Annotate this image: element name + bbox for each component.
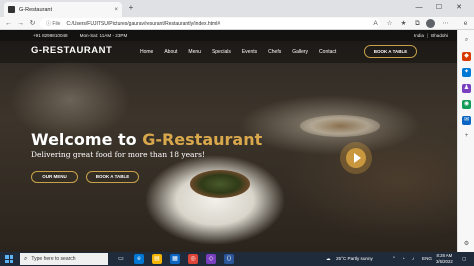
nav-chefs[interactable]: Chefs: [268, 49, 281, 55]
background-dish: [190, 170, 250, 198]
more-menu-icon[interactable]: ⋯: [440, 18, 451, 29]
search-icon: ⌕: [24, 255, 28, 262]
location-city: Bhadohi: [431, 33, 448, 38]
top-info-bar: +91 8299810048 Mon-Sat: 11AM - 23PM Indi…: [0, 30, 457, 41]
nav-specials[interactable]: Specials: [212, 49, 231, 55]
nav-home[interactable]: Home: [140, 49, 153, 55]
volume-icon[interactable]: ♪: [412, 252, 414, 266]
chrome-icon[interactable]: ◎: [188, 254, 198, 264]
sidebar-tools-icon[interactable]: ✦: [462, 68, 471, 77]
sidebar-shopping-icon[interactable]: ◆: [462, 52, 471, 61]
play-video-button[interactable]: [340, 142, 372, 174]
tab-g-restaurant[interactable]: G-Restaurant ×: [4, 2, 122, 17]
nav-contact[interactable]: Contact: [319, 49, 336, 55]
address-toolbar: ← → ↻ ⓘ File C:/Users/FUJITSU/Pictures/g…: [0, 17, 474, 30]
url-text: C:/Users/FUJITSU/Pictures/gaurav/resuran…: [66, 20, 221, 27]
edge-sidebar: ⌕ ◆ ✦ ♟ ◉ ✉ + ⚙: [457, 30, 474, 252]
windows-start-icon[interactable]: [5, 255, 13, 263]
location: India | Bhadohi: [413, 33, 448, 38]
tab-close-icon[interactable]: ×: [114, 7, 118, 13]
profile-avatar[interactable]: [426, 19, 435, 28]
page-favicon-icon: [8, 6, 15, 13]
play-icon: [346, 148, 366, 168]
read-aloud-icon[interactable]: A: [370, 18, 381, 29]
favorite-star-icon[interactable]: ☆: [384, 18, 395, 29]
sidebar-search-icon[interactable]: ⌕: [462, 36, 471, 45]
our-menu-button[interactable]: OUR MENU: [31, 171, 78, 183]
edge-taskbar-icon[interactable]: e: [134, 254, 144, 264]
site-navbar: G-RESTAURANT Home About Menu Specials Ev…: [0, 41, 457, 63]
clock-date: 3/5/2022: [436, 259, 453, 264]
browser-window: G-Restaurant × + — ☐ ✕ ← → ↻ ⓘ File C:/U…: [0, 0, 474, 266]
sidebar-settings-icon[interactable]: ⚙: [462, 240, 471, 249]
book-table-hero-button[interactable]: BOOK A TABLE: [86, 171, 139, 183]
sidebar-office-icon[interactable]: ◉: [462, 100, 471, 109]
sidebar-outlook-icon[interactable]: ✉: [462, 116, 471, 125]
nav-about[interactable]: About: [164, 49, 177, 55]
sidebar-add-icon[interactable]: +: [462, 132, 471, 141]
edge-logo-icon: e: [463, 20, 468, 27]
taskbar-search-placeholder: Type here to search: [31, 256, 76, 262]
website-hero: +91 8299810048 Mon-Sat: 11AM - 23PM Indi…: [0, 30, 457, 252]
hero-subtitle: Delivering great food for more than 18 y…: [31, 150, 205, 159]
location-country: India: [413, 33, 424, 38]
language-icon[interactable]: ENG: [422, 252, 432, 266]
system-clock[interactable]: 8:28 AM 3/5/2022: [436, 253, 453, 265]
nav-events[interactable]: Events: [242, 49, 257, 55]
tray-chevron-icon[interactable]: ⌃: [392, 252, 396, 266]
site-info-chip[interactable]: ⓘ File: [46, 20, 60, 27]
nav-menu[interactable]: Menu: [188, 49, 201, 55]
store-icon[interactable]: ▦: [170, 254, 180, 264]
background-plate: [300, 115, 380, 137]
vscode-icon[interactable]: ⟨⟩: [224, 254, 234, 264]
file-explorer-icon[interactable]: ▤: [152, 254, 162, 264]
collections-icon[interactable]: ⧉: [412, 18, 423, 29]
favorites-icon[interactable]: ★: [398, 18, 409, 29]
network-icon[interactable]: ◔: [402, 252, 405, 266]
opening-hours: Mon-Sat: 11AM - 23PM: [79, 33, 128, 38]
forward-arrow-icon[interactable]: →: [15, 18, 26, 29]
hero-heading: Welcome to G-Restaurant: [31, 130, 262, 149]
site-logo[interactable]: G-RESTAURANT: [31, 45, 112, 56]
new-tab-button[interactable]: +: [126, 3, 136, 13]
hero-title-accent: G-Restaurant: [142, 130, 263, 149]
sidebar-games-icon[interactable]: ♟: [462, 84, 471, 93]
hero-title-prefix: Welcome to: [31, 130, 143, 149]
app-icon[interactable]: ◇: [206, 254, 216, 264]
task-view-icon[interactable]: ▭: [116, 254, 126, 264]
main-menu: Home About Menu Specials Events Chefs Ga…: [140, 49, 336, 55]
phone-number: +91 8299810048: [33, 33, 68, 38]
minimize-icon[interactable]: —: [412, 2, 426, 14]
address-input[interactable]: ⓘ File C:/Users/FUJITSU/Pictures/gaurav/…: [40, 18, 380, 29]
maximize-icon[interactable]: ☐: [432, 2, 446, 14]
nav-gallery[interactable]: Gallery: [292, 49, 308, 55]
book-table-nav-button[interactable]: BOOK A TABLE: [364, 45, 417, 58]
tab-title: G-Restaurant: [19, 6, 53, 13]
weather-text[interactable]: 25°C Partly sunny: [336, 252, 373, 266]
window-close-icon[interactable]: ✕: [452, 2, 466, 14]
windows-taskbar: ⌕ Type here to search ▭ e ▤ ▦ ◎ ◇ ⟨⟩ ☁ 2…: [0, 252, 474, 266]
notifications-icon[interactable]: ▢: [462, 252, 466, 266]
weather-icon[interactable]: ☁: [326, 252, 331, 266]
refresh-icon[interactable]: ↻: [27, 18, 38, 29]
tab-strip: G-Restaurant × + — ☐ ✕: [0, 0, 474, 17]
back-arrow-icon[interactable]: ←: [3, 18, 14, 29]
taskbar-search-input[interactable]: ⌕ Type here to search: [20, 253, 108, 265]
